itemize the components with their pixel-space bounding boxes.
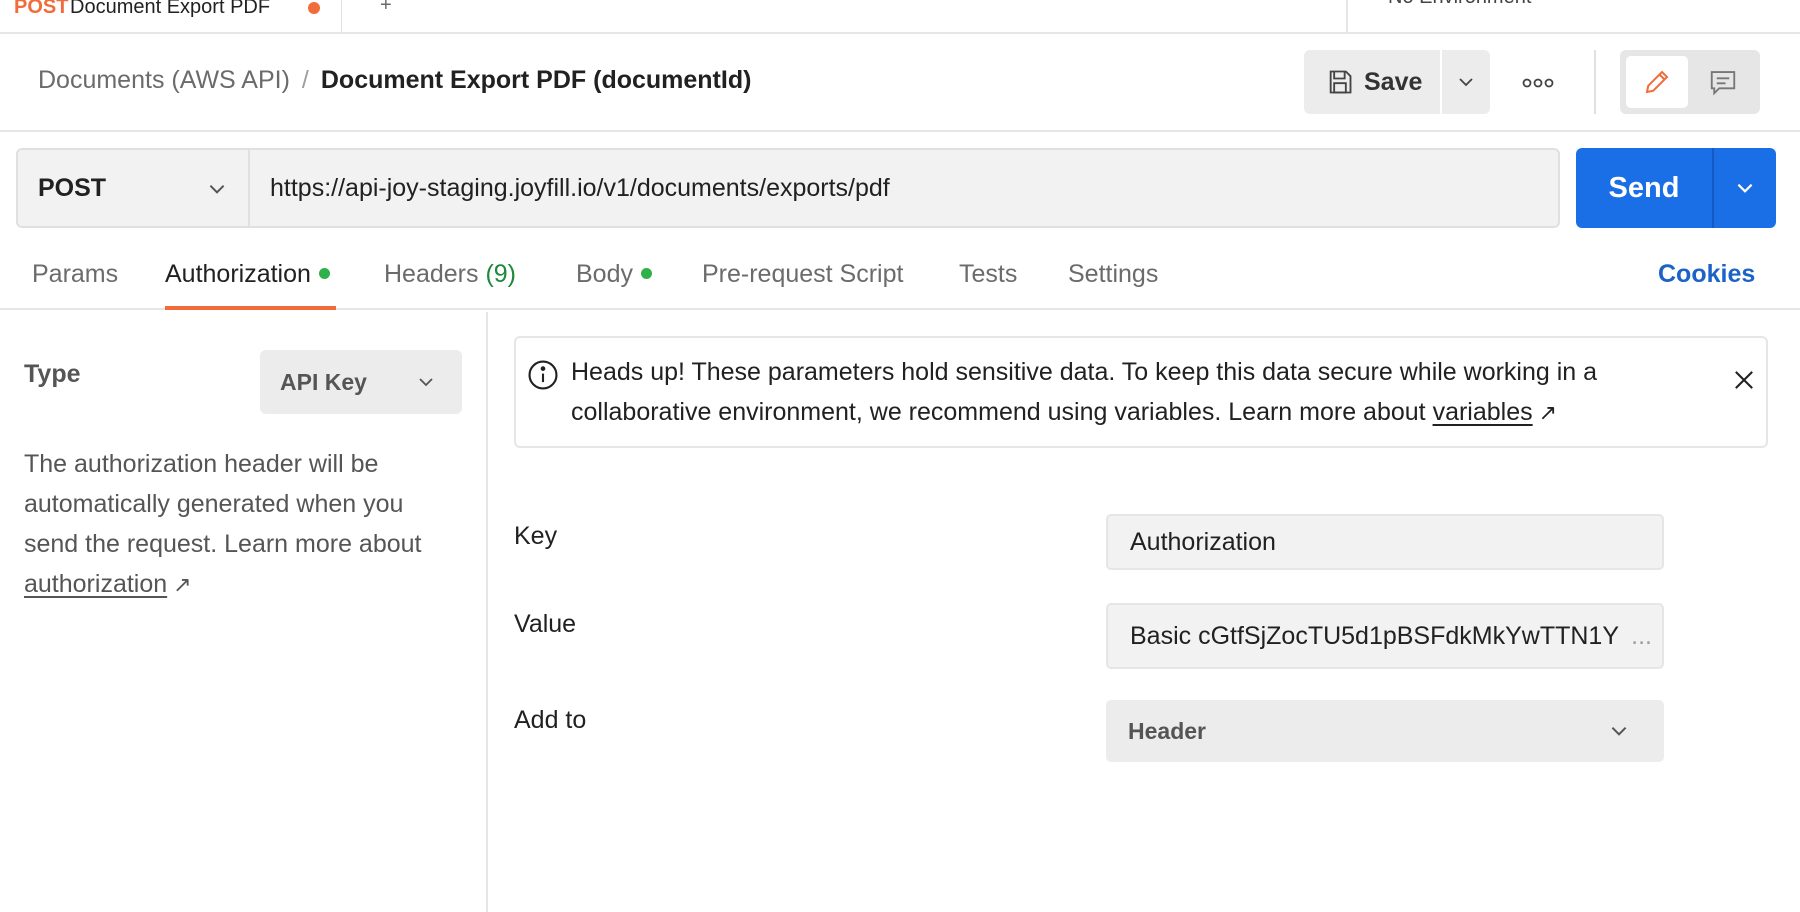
tab-params-label: Params <box>32 260 119 288</box>
tab-body[interactable]: Body <box>576 260 652 308</box>
tab-headers-label: Headers <box>384 260 479 288</box>
breadcrumb-collection[interactable]: Documents (AWS API) <box>38 66 290 94</box>
url-value: https://api-joy-staging.joyfill.io/v1/do… <box>270 173 890 202</box>
chevron-down-icon <box>1611 726 1627 736</box>
tab-tests[interactable]: Tests <box>959 260 1017 308</box>
auth-type-select[interactable]: API Key <box>260 350 462 414</box>
auth-help-text: The authorization header will be automat… <box>24 444 454 605</box>
http-method-value: POST <box>38 173 107 202</box>
tab-headers[interactable]: Headers (9) <box>384 260 516 308</box>
tab-body-label: Body <box>576 260 633 288</box>
pencil-icon <box>1645 70 1669 94</box>
breadcrumb-separator: / <box>301 66 309 94</box>
key-value: Authorization <box>1130 527 1276 556</box>
tab-settings-label: Settings <box>1068 260 1159 288</box>
top-tab-strip: POST Document Export PDF + No Environmen… <box>0 0 1800 34</box>
cookies-link[interactable]: Cookies <box>1658 260 1755 289</box>
add-to-value: Header <box>1128 717 1206 744</box>
more-horizontal-icon <box>1522 78 1554 88</box>
sensitive-data-banner: Heads up! These parameters hold sensitiv… <box>514 336 1768 448</box>
save-button[interactable]: Save <box>1304 50 1440 114</box>
value-text: Basic cGtfSjZocTU5d1pBSFdkMkYwTTN1Y <box>1130 621 1620 650</box>
tab-pre-request-label: Pre-request Script <box>702 260 904 288</box>
value-input[interactable]: Basic cGtfSjZocTU5d1pBSFdkMkYwTTN1Y ... <box>1106 603 1664 669</box>
auth-type-value: API Key <box>280 368 367 395</box>
comments-mode-button[interactable] <box>1692 56 1754 108</box>
external-link-icon: ↗ <box>173 572 192 597</box>
auth-type-panel: Type API Key The authorization header wi… <box>0 312 488 912</box>
tab-params[interactable]: Params <box>32 260 118 308</box>
value-label: Value <box>514 610 577 638</box>
chevron-down-icon <box>1459 78 1473 87</box>
environment-selector[interactable]: No Environment <box>1346 0 1800 32</box>
request-tab-active[interactable]: POST Document Export PDF <box>0 0 342 32</box>
request-tabs: Params Authorization Headers (9) Body Pr… <box>0 254 1800 310</box>
save-label: Save <box>1364 67 1423 96</box>
http-method-select[interactable]: POST <box>16 148 248 228</box>
plus-icon: + <box>380 0 392 16</box>
save-icon <box>1329 70 1352 94</box>
chevron-down-icon <box>1737 183 1753 193</box>
send-button[interactable]: Send <box>1576 148 1712 228</box>
auth-type-label: Type <box>24 360 81 388</box>
send-label: Send <box>1608 171 1680 204</box>
toolbar-divider <box>1594 50 1596 114</box>
variables-docs-link[interactable]: variables <box>1433 398 1533 426</box>
external-link-icon: ↗ <box>1538 400 1558 425</box>
headers-count: (9) <box>485 260 517 288</box>
add-to-label: Add to <box>514 706 587 734</box>
more-actions-button[interactable] <box>1516 68 1560 98</box>
breadcrumb: Documents (AWS API) / Document Export PDF … <box>38 66 751 95</box>
request-header: Documents (AWS API) / Document Export PDF … <box>0 34 1800 132</box>
unsaved-dot <box>308 2 320 14</box>
close-icon[interactable] <box>1730 366 1758 394</box>
breadcrumb-request-name[interactable]: Document Export PDF (documentId) <box>321 66 752 94</box>
info-icon <box>528 360 558 390</box>
chevron-down-icon <box>209 184 225 194</box>
request-tab-method: POST <box>14 0 69 18</box>
value-overflow-ellipsis: ... <box>1631 621 1652 650</box>
tab-authorization[interactable]: Authorization <box>165 260 336 310</box>
send-options-button[interactable] <box>1712 148 1776 228</box>
key-input[interactable]: Authorization <box>1106 514 1664 570</box>
tab-settings[interactable]: Settings <box>1068 260 1158 308</box>
auth-help-body: The authorization header will be automat… <box>24 450 422 558</box>
url-input[interactable]: https://api-joy-staging.joyfill.io/v1/do… <box>248 148 1560 228</box>
tab-authorization-label: Authorization <box>165 260 311 288</box>
environment-label: No Environment <box>1388 0 1531 9</box>
authorization-docs-link[interactable]: authorization <box>24 570 167 598</box>
active-tab-indicator <box>165 306 336 310</box>
key-label: Key <box>514 522 558 550</box>
status-dot <box>640 267 652 279</box>
add-to-select[interactable]: Header <box>1106 700 1664 762</box>
tab-pre-request-script[interactable]: Pre-request Script <box>702 260 903 308</box>
edit-mode-button[interactable] <box>1626 56 1688 108</box>
status-dot <box>318 267 330 279</box>
view-mode-toggle <box>1620 50 1760 114</box>
save-options-button[interactable] <box>1442 50 1490 114</box>
request-tab-title: Document Export PDF <box>70 0 271 18</box>
chevron-down-icon <box>419 378 433 387</box>
comment-icon <box>1710 71 1736 96</box>
tab-tests-label: Tests <box>959 260 1018 288</box>
banner-message: Heads up! These parameters hold sensitiv… <box>571 352 1661 433</box>
